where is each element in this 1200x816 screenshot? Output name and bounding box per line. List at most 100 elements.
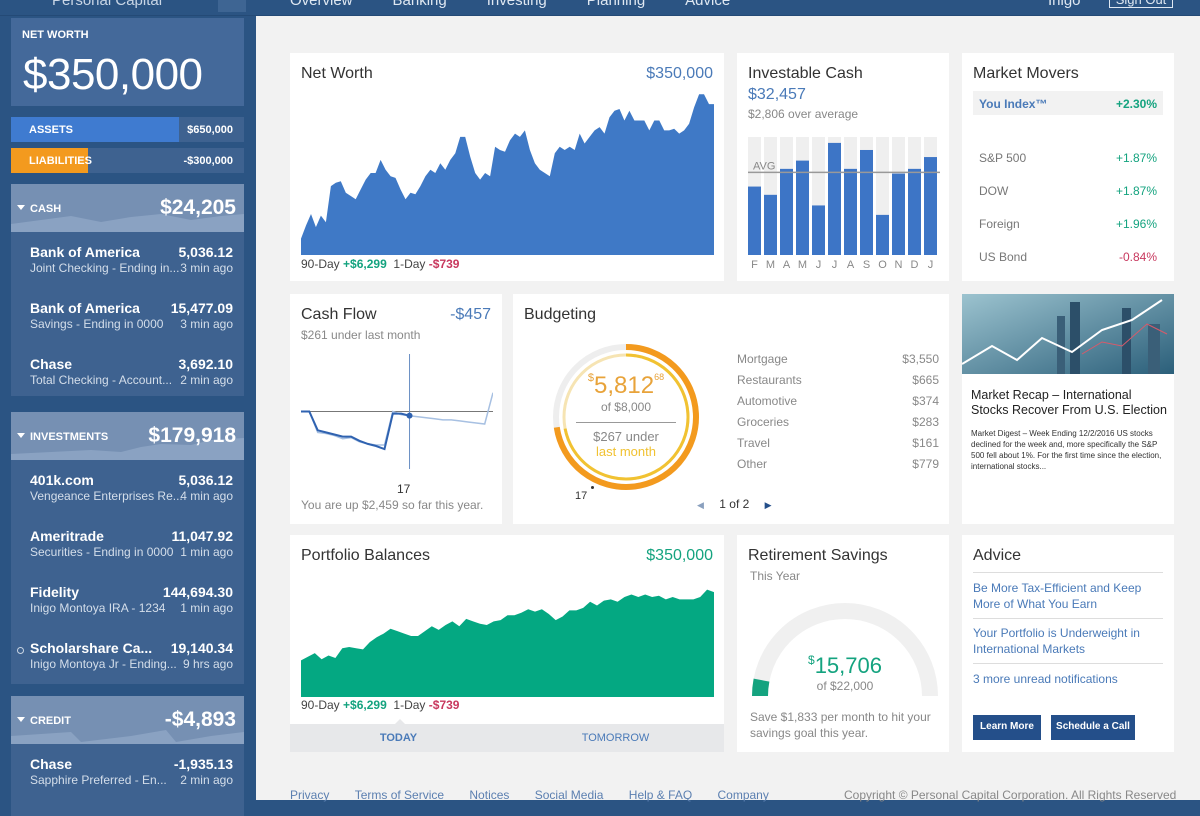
bar[interactable]	[892, 173, 905, 255]
account-item[interactable]: Chase -1,935.13 Sapphire Preferred - En.…	[11, 744, 244, 800]
page-indicator: 1 of 2	[719, 497, 750, 511]
budget-category[interactable]: Mortgage $3,550	[737, 352, 939, 366]
portfolio-chart[interactable]	[301, 575, 714, 697]
bar[interactable]	[908, 168, 921, 255]
tab-today[interactable]: TODAY	[290, 732, 507, 744]
market-mover-row[interactable]: Foreign +1.96%	[973, 211, 1163, 235]
nav-advice[interactable]: Advice	[685, 0, 730, 9]
net-worth-card[interactable]: Net Worth $350,000 90-Day +$6,299 1-Day …	[290, 53, 724, 281]
sign-out-button[interactable]: Sign Out	[1109, 0, 1173, 8]
investable-cash-card[interactable]: Investable Cash $32,457 $2,806 over aver…	[737, 53, 949, 281]
credit-group: CREDIT -$4,893 Chase -1,935.13 Sapphire …	[11, 696, 244, 816]
x-tick-label: N	[895, 259, 903, 271]
index-name: US Bond	[979, 250, 1028, 264]
active-tab-pointer-icon	[395, 719, 405, 724]
change-90d-label: 90-Day	[301, 257, 340, 271]
budget-category[interactable]: Restaurants $665	[737, 373, 939, 387]
change-1d-label: 1-Day	[393, 698, 426, 712]
nav-banking[interactable]: Banking	[393, 0, 447, 9]
budget-under: $267 under	[593, 429, 659, 444]
tab-tomorrow[interactable]: TOMORROW	[507, 732, 724, 744]
bar[interactable]	[812, 205, 825, 255]
liabilities-row[interactable]: LIABILITIES -$300,000	[11, 148, 244, 173]
advice-link[interactable]: 3 more unread notifications	[973, 671, 1163, 687]
cursor-point	[406, 412, 413, 419]
account-item[interactable]: Ameritrade 11,047.92 Securities - Ending…	[11, 516, 244, 572]
learn-more-button[interactable]: Learn More	[973, 715, 1041, 740]
credit-header[interactable]: CREDIT -$4,893	[11, 696, 244, 744]
market-movers-card[interactable]: Market Movers You Index™ +2.30% S&P 500 …	[962, 53, 1174, 281]
next-page-icon[interactable]: ▶	[765, 500, 772, 510]
budget-category[interactable]: Other $779	[737, 457, 939, 471]
account-item[interactable]: Bank of America 15,477.09 Savings - Endi…	[11, 288, 244, 344]
budget-spent: 5,812	[594, 372, 655, 399]
net-worth-chart[interactable]	[301, 91, 714, 255]
budget-category[interactable]: Groceries $283	[737, 415, 939, 429]
advice-link[interactable]: Your Portfolio is Underweight in Interna…	[973, 625, 1163, 657]
bar[interactable]	[748, 186, 761, 255]
investments-header[interactable]: INVESTMENTS $179,918	[11, 412, 244, 460]
advice-link[interactable]: Be More Tax-Efficient and Keep More of W…	[973, 580, 1163, 612]
app-logo[interactable]: Personal Capital	[52, 0, 162, 9]
x-tick-label: J	[832, 259, 838, 271]
net-worth-summary[interactable]: NET WORTH $350,000	[11, 18, 244, 106]
budgeting-card[interactable]: Budgeting $5,81268 of $8,000 $267 under …	[513, 294, 949, 524]
assets-row[interactable]: ASSETS $650,000	[11, 117, 244, 142]
cash-flow-sub: $261 under last month	[301, 328, 421, 342]
x-tick-label: F	[751, 259, 758, 271]
x-tick-label: S	[863, 259, 870, 271]
category-value: $3,550	[902, 352, 939, 366]
investments-label: INVESTMENTS	[30, 431, 109, 443]
index-change: +1.87%	[1115, 151, 1157, 165]
cash-flow-card[interactable]: Cash Flow -$457 $261 under last month 17…	[290, 294, 502, 524]
prev-page-icon[interactable]: ◀	[697, 500, 704, 510]
retirement-card[interactable]: Retirement Savings This Year $15,706 of …	[737, 535, 949, 752]
card-title: Net Worth	[301, 65, 373, 82]
market-mover-row[interactable]: You Index™ +2.30%	[973, 91, 1163, 115]
budget-category[interactable]: Travel $161	[737, 436, 939, 450]
retirement-center: $15,706 of $22,000	[750, 653, 940, 693]
news-image[interactable]	[962, 294, 1174, 374]
account-updated: 4 min ago	[180, 489, 233, 503]
market-mover-row[interactable]: US Bond -0.84%	[973, 244, 1163, 268]
menu-button[interactable]	[218, 0, 246, 12]
account-item[interactable]: Chase 3,692.10 Total Checking - Account.…	[11, 344, 244, 400]
portfolio-card[interactable]: Portfolio Balances $350,000 90-Day +$6,2…	[290, 535, 724, 752]
account-item[interactable]: Bank of America 5,036.12 Joint Checking …	[11, 232, 244, 288]
account-name: Scholarshare Ca...	[30, 640, 153, 656]
schedule-call-button[interactable]: Schedule a Call	[1051, 715, 1135, 740]
account-item[interactable]: 401k.com 5,036.12 Vengeance Enterprises …	[11, 460, 244, 516]
news-card[interactable]: Market Recap – International Stocks Reco…	[962, 294, 1174, 524]
budget-limit: of $8,000	[600, 400, 652, 414]
cash-flow-value: -$457	[450, 306, 491, 323]
news-title[interactable]: Market Recap – International Stocks Reco…	[971, 388, 1167, 418]
account-item[interactable]: Scholarshare Ca... 19,140.34 Inigo Monto…	[11, 628, 244, 684]
index-name: You Index™	[979, 97, 1048, 111]
bar[interactable]	[796, 160, 809, 255]
area-series	[301, 589, 714, 697]
nav-overview[interactable]: Overview	[290, 0, 353, 9]
account-amount: 19,140.34	[170, 640, 233, 656]
bar[interactable]	[780, 168, 793, 255]
nav-investing[interactable]: Investing	[487, 0, 547, 9]
bar[interactable]	[844, 168, 857, 255]
account-item[interactable]: Fidelity 144,694.30 Inigo Montoya IRA - …	[11, 572, 244, 628]
bar[interactable]	[876, 214, 889, 255]
market-mover-row[interactable]: S&P 500 +1.87%	[973, 145, 1163, 169]
market-mover-row[interactable]: DOW +1.87%	[973, 178, 1163, 202]
nav-planning[interactable]: Planning	[587, 0, 645, 9]
divider	[576, 422, 676, 423]
bar[interactable]	[860, 149, 873, 255]
investable-cash-chart[interactable]: F M A M J J A S O N D JAVG	[748, 137, 940, 273]
budget-category[interactable]: Automotive $374	[737, 394, 939, 408]
user-menu[interactable]: Inigo	[1048, 0, 1081, 9]
day-dot-icon	[591, 486, 594, 489]
cash-flow-chart[interactable]	[301, 354, 493, 469]
cash-header[interactable]: CASH $24,205	[11, 184, 244, 232]
bar[interactable]	[764, 194, 777, 255]
account-amount: 3,692.10	[178, 356, 234, 372]
advice-card[interactable]: Advice Be More Tax-Efficient and Keep Mo…	[962, 535, 1174, 752]
status-dot-icon	[17, 647, 24, 654]
bar[interactable]	[828, 142, 841, 255]
area-series	[301, 94, 714, 255]
